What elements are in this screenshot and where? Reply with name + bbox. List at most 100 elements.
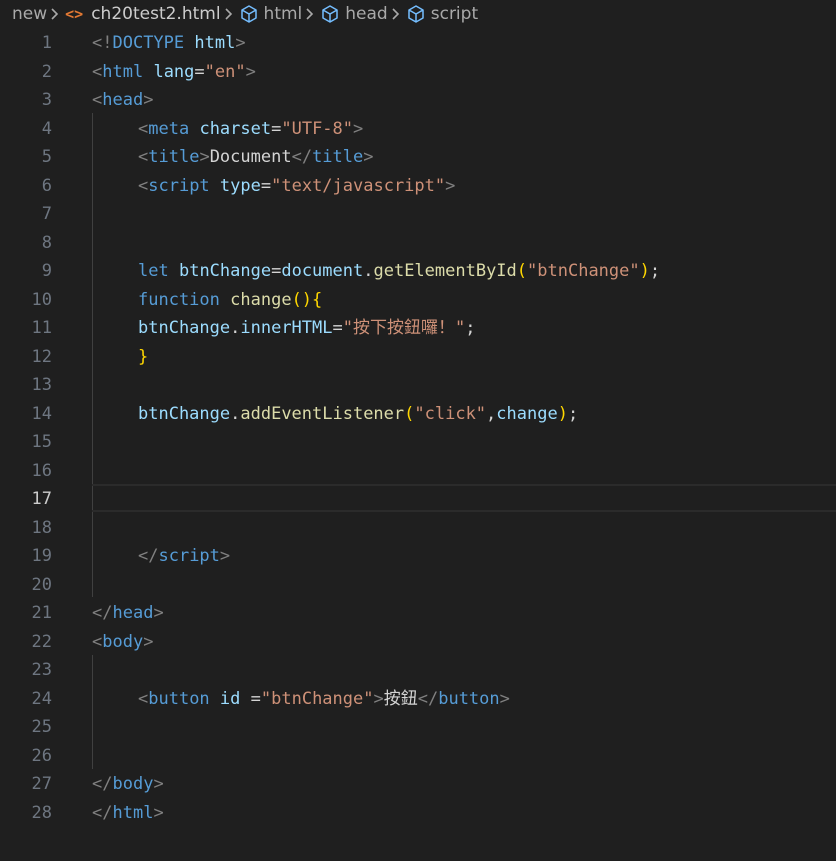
- breadcrumb-folder[interactable]: new: [0, 0, 47, 28]
- code-token: "btnChange": [260, 688, 374, 709]
- code-line[interactable]: 7: [0, 200, 836, 229]
- code-line[interactable]: 24 <button id ="btnChange">按鈕</button>: [0, 685, 836, 714]
- code-token: html: [102, 61, 144, 82]
- code-token: button: [148, 688, 210, 709]
- line-number: 2: [41, 61, 52, 82]
- code-line[interactable]: 15: [0, 428, 836, 457]
- code-token: >: [499, 688, 510, 709]
- breadcrumb-file[interactable]: <> ch20test2.html: [65, 0, 220, 28]
- code-token: =: [271, 261, 282, 281]
- code-token: >: [373, 688, 384, 709]
- code-token: >: [445, 175, 456, 196]
- line-number: 25: [31, 717, 52, 737]
- line-number: 16: [31, 460, 52, 481]
- code-line[interactable]: 28 </html>: [0, 799, 836, 828]
- line-number: 8: [41, 232, 52, 253]
- code-line[interactable]: 2 <html lang="en">: [0, 58, 836, 87]
- code-line[interactable]: 25: [0, 713, 836, 742]
- code-token: >: [199, 147, 210, 167]
- code-token: >: [153, 774, 164, 794]
- code-token: =: [260, 175, 272, 196]
- code-line[interactable]: 10 function change(){: [0, 286, 836, 315]
- code-token: type: [219, 175, 261, 196]
- code-line[interactable]: 18: [0, 514, 836, 543]
- code-line[interactable]: 26: [0, 742, 836, 771]
- chevron-right-icon: [388, 0, 406, 28]
- code-line[interactable]: 16: [0, 457, 836, 486]
- line-number: 3: [41, 90, 52, 110]
- breadcrumb-symbol-script[interactable]: script: [406, 0, 478, 28]
- code-token: innerHTML: [240, 318, 333, 338]
- code-text: btnChange.addEventListener("click",chang…: [138, 400, 578, 429]
- code-token: ;: [465, 318, 476, 338]
- code-token: (: [516, 261, 528, 281]
- chevron-right-icon: [47, 0, 65, 28]
- code-token: >: [219, 546, 231, 566]
- code-line[interactable]: 19 </script>: [0, 542, 836, 571]
- code-line[interactable]: 23: [0, 656, 836, 685]
- code-token: </: [138, 546, 159, 566]
- line-number: 9: [41, 261, 52, 281]
- line-number: 27: [31, 774, 52, 794]
- code-token: charset: [199, 118, 272, 139]
- code-line[interactable]: 27 </body>: [0, 770, 836, 799]
- code-token: <: [138, 688, 149, 709]
- code-line[interactable]: 21 </head>: [0, 599, 836, 628]
- breadcrumb: new <> ch20test2.html html head script: [0, 0, 836, 28]
- code-token: DOCTYPE: [112, 33, 185, 53]
- code-line[interactable]: 13: [0, 371, 836, 400]
- breadcrumb-symbol-html[interactable]: html: [239, 0, 302, 28]
- code-token: ;: [567, 403, 579, 424]
- line-number: 13: [31, 375, 52, 395]
- code-token: ): [639, 261, 650, 281]
- code-token: "click": [414, 403, 487, 424]
- symbol-element-icon: [240, 5, 257, 23]
- code-token: script: [158, 546, 220, 566]
- line-number: 21: [31, 603, 52, 623]
- code-token: >: [143, 90, 154, 110]
- code-line[interactable]: 14 btnChange.addEventListener("click",cha…: [0, 400, 836, 429]
- code-token: ): [557, 403, 568, 424]
- code-line[interactable]: 20: [0, 571, 836, 600]
- code-token: ,: [486, 403, 497, 424]
- code-token: </: [417, 688, 439, 709]
- code-text: <head>: [92, 86, 153, 115]
- code-token: <: [92, 631, 103, 652]
- line-number: 18: [31, 517, 52, 538]
- code-editor[interactable]: 1 <!DOCTYPE html> 2 <html lang="en"> 3 <head>…: [0, 28, 836, 861]
- code-line[interactable]: 22 <body>: [0, 628, 836, 657]
- code-line[interactable]: 5 <title>Document</title>: [0, 143, 836, 172]
- code-token: head: [112, 603, 154, 623]
- code-line[interactable]: 6 <script type="text/javascript">: [0, 172, 836, 201]
- line-number: 20: [31, 574, 52, 595]
- code-line[interactable]: 17: [0, 485, 836, 514]
- code-line[interactable]: 3 <head>: [0, 86, 836, 115]
- code-token: lang: [153, 61, 195, 82]
- code-line[interactable]: 11 btnChange.innerHTML="按下按鈕囉！";: [0, 314, 836, 343]
- code-token: =: [240, 688, 261, 709]
- code-token: head: [102, 90, 144, 110]
- line-number: 26: [31, 745, 52, 766]
- code-line[interactable]: 12}: [0, 343, 836, 372]
- code-token: (){: [291, 289, 323, 310]
- code-line[interactable]: 4 <meta charset="UTF-8">: [0, 115, 836, 144]
- code-line[interactable]: 9 let btnChange=document.getElementById("…: [0, 257, 836, 286]
- code-token: change: [230, 289, 292, 310]
- code-line[interactable]: 1 <!DOCTYPE html>: [0, 29, 836, 58]
- breadcrumb-symbol-head[interactable]: head: [320, 0, 388, 28]
- code-token: (: [404, 403, 415, 424]
- code-token: <: [138, 175, 149, 196]
- code-token: =: [332, 318, 343, 338]
- line-number: 10: [31, 289, 52, 310]
- code-line[interactable]: 8: [0, 229, 836, 258]
- code-token: </: [92, 802, 113, 823]
- code-token: }: [138, 346, 149, 367]
- code-token: function: [138, 289, 220, 310]
- chevron-right-icon: [302, 0, 320, 28]
